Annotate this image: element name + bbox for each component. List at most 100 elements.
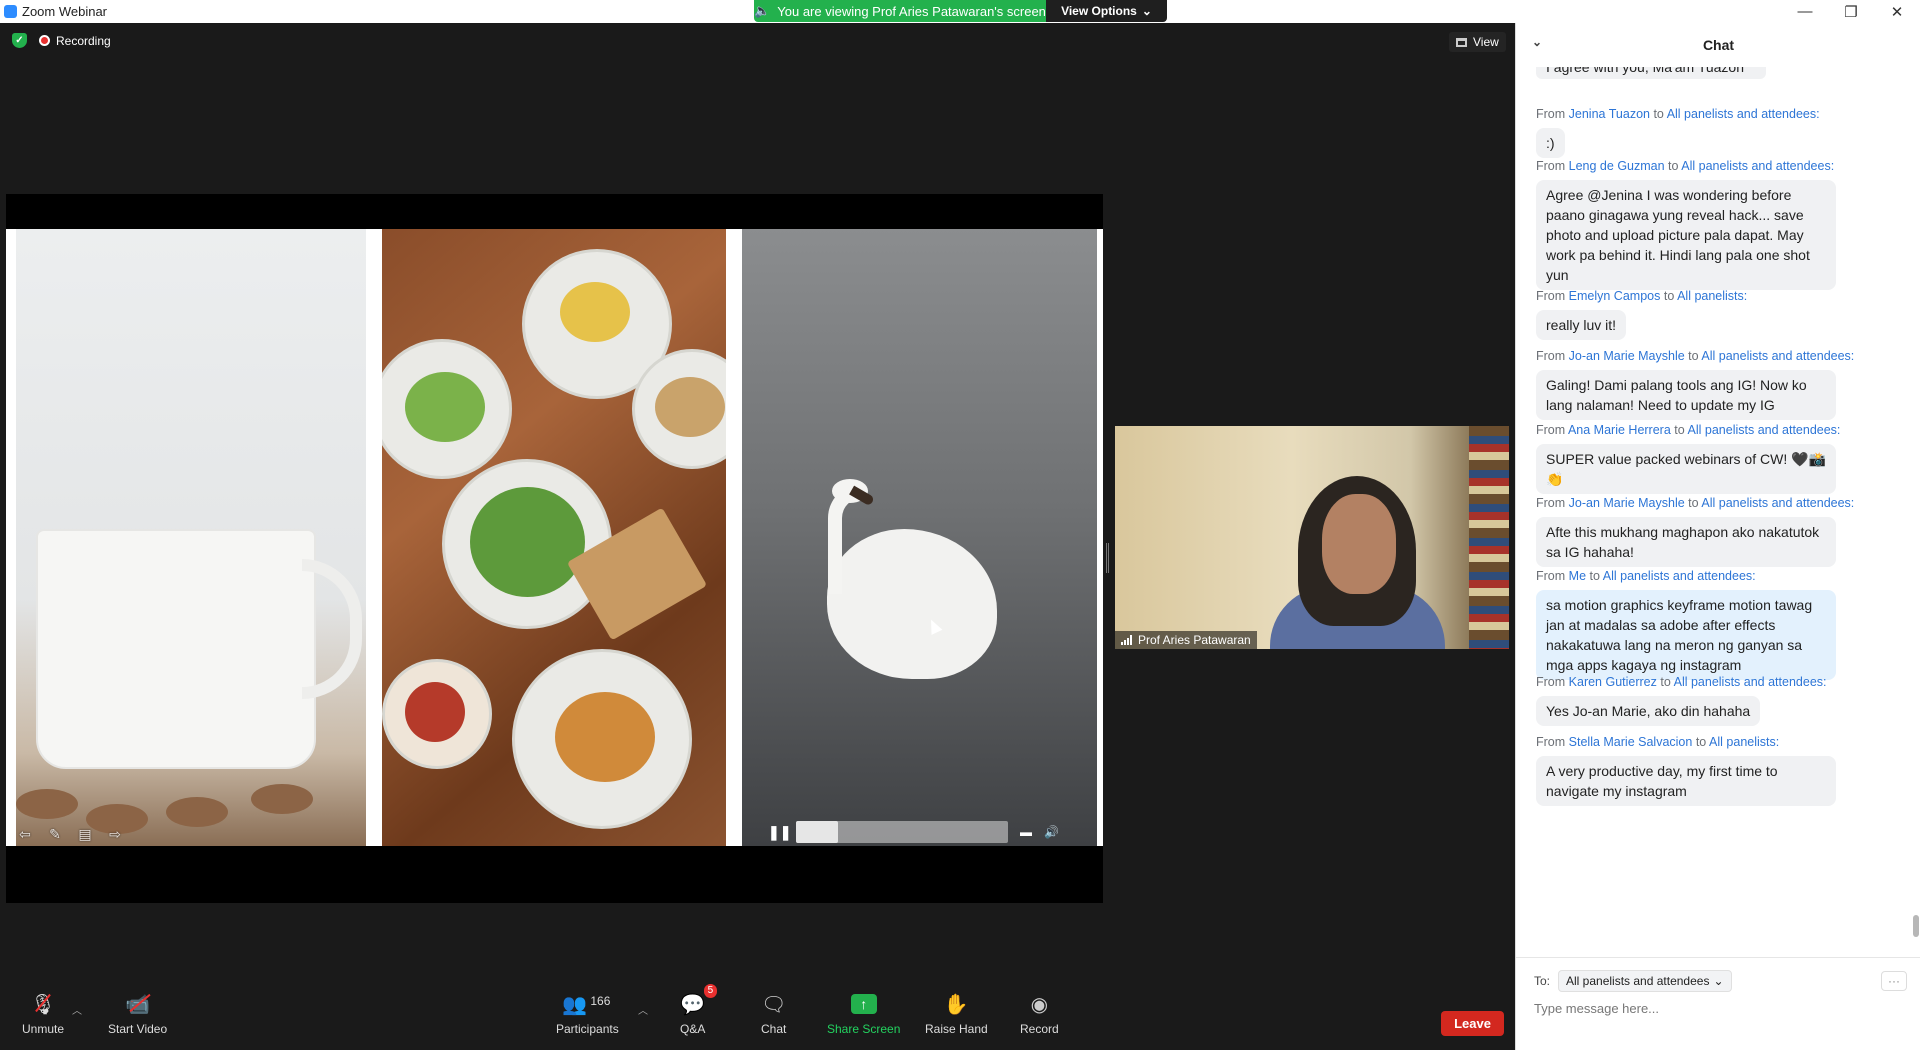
video-progress-fill xyxy=(796,821,839,843)
meeting-toolbar: 🎙 Unmute ︿ 📹 Start Video 👥166 Participan… xyxy=(0,974,1515,1050)
close-icon: ✕ xyxy=(1890,3,1904,21)
plate xyxy=(382,659,492,769)
restore-button[interactable]: ❐ xyxy=(1828,0,1874,23)
video-progress-bar[interactable] xyxy=(796,821,1008,843)
captions-icon[interactable]: ▬ xyxy=(1020,825,1032,839)
viewing-status-text: You are viewing Prof Aries Patawaran's s… xyxy=(777,3,1046,19)
chat-message-bubble: Yes Jo-an Marie, ako din hahaha xyxy=(1536,696,1761,726)
chat-message-bubble: I agree with you, Ma'am Tuazon xyxy=(1536,67,1766,79)
speaker-video[interactable]: Prof Aries Patawaran xyxy=(1115,426,1509,649)
shared-screen[interactable]: ⇦ ✎ ▤ ⇨ ❚❚ ▬ 🔊 xyxy=(6,194,1103,903)
chat-sender-name[interactable]: Ana Marie Herrera xyxy=(1568,423,1671,437)
recording-label: Recording xyxy=(56,33,111,48)
chat-scrollbar[interactable] xyxy=(1912,67,1920,957)
chat-scrollbar-thumb[interactable] xyxy=(1913,915,1919,937)
chat-title: Chat xyxy=(1702,37,1735,53)
participants-button[interactable]: 👥 166 Participants xyxy=(556,992,619,1037)
start-video-button[interactable]: 📹 Start Video xyxy=(108,992,167,1037)
from-word: From xyxy=(1536,107,1566,121)
chat-sender-name[interactable]: Jenina Tuazon xyxy=(1569,107,1650,121)
participants-options-chevron-icon[interactable]: ︿ xyxy=(638,1002,648,1017)
swan-video[interactable] xyxy=(742,229,1097,846)
chat-message-bubble: sa motion graphics keyframe motion tawag… xyxy=(1536,590,1836,680)
almond xyxy=(251,784,313,814)
slides-menu-icon[interactable]: ▤ xyxy=(74,826,96,842)
chat-more-button[interactable]: ··· xyxy=(1881,971,1907,991)
raise-hand-label: Raise Hand xyxy=(925,1022,988,1036)
to-word: to xyxy=(1589,569,1600,583)
chat-button[interactable]: 🗨 Chat xyxy=(761,992,787,1037)
security-shield-icon[interactable]: ✓ xyxy=(12,33,27,48)
qa-label: Q&A xyxy=(680,1022,706,1036)
from-word: From xyxy=(1536,735,1566,749)
chat-sender-name[interactable]: Me xyxy=(1569,569,1586,583)
video-controls: ❚❚ ▬ 🔊 xyxy=(768,819,1088,845)
leave-button[interactable]: Leave xyxy=(1441,1011,1504,1036)
signal-strength-icon xyxy=(1121,635,1132,645)
chat-sender-name[interactable]: Leng de Guzman xyxy=(1569,159,1665,173)
plate xyxy=(512,649,692,829)
chat-message-bubble: SUPER value packed webinars of CW! 🖤📸👏 xyxy=(1536,444,1836,494)
pause-icon[interactable]: ❚❚ xyxy=(768,824,791,841)
chat-sender-name[interactable]: Emelyn Campos xyxy=(1569,289,1661,303)
chat-message-bubble: :) xyxy=(1536,128,1565,158)
view-layout-button[interactable]: View xyxy=(1449,32,1506,52)
from-word: From xyxy=(1536,349,1566,363)
from-word: From xyxy=(1536,423,1566,437)
chat-recipient-name: All panelists and attendees: xyxy=(1666,107,1820,121)
to-word: to xyxy=(1688,349,1699,363)
volume-icon[interactable]: 🔊 xyxy=(1044,825,1059,839)
raise-hand-icon: ✋ xyxy=(943,993,969,1016)
chat-recipient-name: All panelists: xyxy=(1709,735,1780,749)
participants-icon: 👥 166 xyxy=(562,993,611,1016)
pen-icon[interactable]: ✎ xyxy=(44,826,66,842)
from-word: From xyxy=(1536,675,1566,689)
view-splitter-handle[interactable] xyxy=(1106,543,1109,573)
chat-sender-name[interactable]: Jo-an Marie Mayshle xyxy=(1569,349,1685,363)
chat-message: From Karen Gutierrez to All panelists an… xyxy=(1536,675,1906,726)
almond xyxy=(166,797,228,827)
view-options-button[interactable]: View Options ⌄ xyxy=(1046,0,1167,22)
minimize-button[interactable]: — xyxy=(1782,0,1828,23)
chat-sender-name[interactable]: Jo-an Marie Mayshle xyxy=(1569,496,1685,510)
chat-message-input[interactable] xyxy=(1534,995,1894,1021)
chevron-down-icon[interactable]: ⌄ xyxy=(1532,35,1542,49)
next-slide-icon[interactable]: ⇨ xyxy=(104,826,126,842)
previous-slide-icon[interactable]: ⇦ xyxy=(14,826,36,842)
chat-recipient-name: All panelists: xyxy=(1677,289,1748,303)
chat-sender-name[interactable]: Karen Gutierrez xyxy=(1569,675,1657,689)
qa-button[interactable]: 💬 5 Q&A xyxy=(680,984,718,1036)
chat-sender-name[interactable]: Stella Marie Salvacion xyxy=(1569,735,1693,749)
audio-options-chevron-icon[interactable]: ︿ xyxy=(72,1002,82,1017)
unmute-button[interactable]: 🎙 Unmute xyxy=(22,992,65,1037)
video-off-icon: 📹 xyxy=(125,992,151,1016)
chat-icon: 🗨 xyxy=(761,993,787,1016)
to-word: to xyxy=(1663,289,1675,303)
chat-divider xyxy=(1516,957,1920,958)
chat-message-meta: From Ana Marie Herrera to All panelists … xyxy=(1536,423,1906,437)
share-screen-button[interactable]: ↑ Share Screen xyxy=(827,992,900,1036)
chat-message: From Jo-an Marie Mayshle to All panelist… xyxy=(1536,496,1906,567)
close-window-button[interactable]: ✕ xyxy=(1874,0,1920,23)
almond xyxy=(16,789,78,819)
to-word: to xyxy=(1695,735,1707,749)
chat-message-bubble: Agree @Jenina I was wondering before paa… xyxy=(1536,180,1836,290)
unmute-label: Unmute xyxy=(22,1022,65,1036)
meeting-area: ✓ Recording View ⇦ ✎ ▤ ⇨ ❚❚ ▬ 🔊 Prof Ari… xyxy=(0,23,1515,1050)
chat-message-bubble: Galing! Dami palang tools ang IG! Now ko… xyxy=(1536,370,1836,420)
recording-indicator[interactable]: Recording xyxy=(39,34,111,48)
chat-message: From Stella Marie Salvacion to All panel… xyxy=(1536,735,1906,806)
chat-recipient-name: All panelists and attendees: xyxy=(1602,569,1756,583)
mug-handle xyxy=(302,559,362,699)
chat-recipient-name: All panelists and attendees: xyxy=(1701,349,1855,363)
chevron-down-icon: ⌄ xyxy=(1141,4,1152,18)
speaker-name-tag: Prof Aries Patawaran xyxy=(1115,631,1257,649)
recipient-select[interactable]: All panelists and attendees ⌄ xyxy=(1558,970,1732,992)
chat-recipient-name: All panelists and attendees: xyxy=(1673,675,1827,689)
record-label: Record xyxy=(1020,1022,1059,1036)
chat-message-list[interactable]: I agree with you, Ma'am Tuazon From Jeni… xyxy=(1516,67,1911,957)
raise-hand-button[interactable]: ✋ Raise Hand xyxy=(925,992,988,1037)
chat-recipient-name: All panelists and attendees: xyxy=(1701,496,1855,510)
chat-message: From Jo-an Marie Mayshle to All panelist… xyxy=(1536,349,1906,420)
record-button[interactable]: ◉ Record xyxy=(1020,992,1059,1037)
